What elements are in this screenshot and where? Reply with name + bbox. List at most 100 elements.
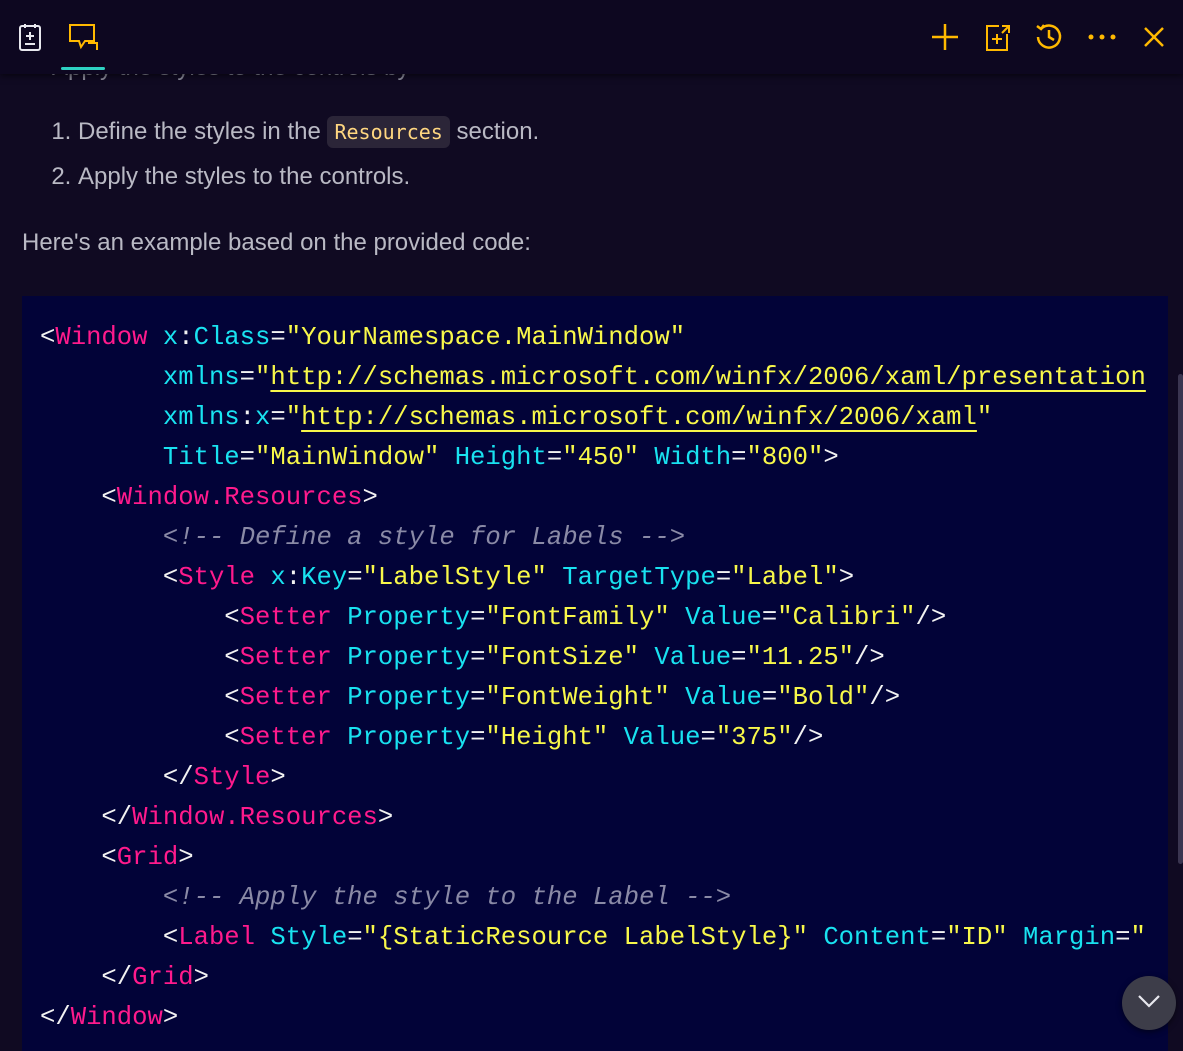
xml-string: " <box>976 403 993 432</box>
xml-string: "Label" <box>731 563 839 592</box>
xml-attribute: Height <box>454 443 547 472</box>
close-icon <box>1143 26 1165 48</box>
close-button[interactable] <box>1135 18 1173 56</box>
xml-punct: < <box>40 643 240 672</box>
intro-text: Here's an example based on the provided … <box>22 229 531 256</box>
xml-punct: = <box>470 643 486 672</box>
xml-punct: = <box>731 643 747 672</box>
clipped-text-line: Apply the styles to the controls by <box>52 74 410 82</box>
xml-attribute: Value <box>685 683 762 712</box>
more-icon <box>1087 33 1117 41</box>
xml-punct: = <box>700 723 716 752</box>
xml-attribute: Content <box>823 923 931 952</box>
xml-punct <box>332 723 347 752</box>
active-tab-indicator <box>61 67 105 70</box>
code-line: </Style> <box>40 758 1168 798</box>
xml-tag: Style <box>193 763 271 792</box>
export-icon <box>982 22 1012 52</box>
xml-string: " <box>1130 923 1146 952</box>
xml-tag: Grid <box>116 843 179 872</box>
xml-string: "Height" <box>485 723 609 752</box>
xml-tag: Window <box>70 1003 163 1032</box>
xml-punct: : <box>239 403 256 432</box>
xml-punct <box>608 723 623 752</box>
inline-code: Resources <box>327 116 450 148</box>
xml-string: "Bold" <box>777 683 870 712</box>
xml-string: "375" <box>715 723 793 752</box>
xml-punct: = <box>731 443 747 472</box>
xml-tag: Window.Resources <box>116 483 363 512</box>
new-chat-button[interactable] <box>926 18 964 56</box>
xml-string: "450" <box>562 443 640 472</box>
xml-punct: = <box>470 683 486 712</box>
xml-string: "Calibri" <box>777 603 916 632</box>
code-block[interactable]: <Window x:Class="YourNamespace.MainWindo… <box>22 296 1168 1051</box>
xml-attribute: Property <box>347 683 471 712</box>
xml-attribute: TargetType <box>562 563 716 592</box>
history-icon <box>1033 21 1065 53</box>
xml-punct: < <box>40 603 240 632</box>
code-line: </Window.Resources> <box>40 798 1168 838</box>
notebook-add-icon <box>17 22 45 52</box>
xml-comment: <!-- Define a style for Labels --> <box>162 523 686 552</box>
xml-punct: = <box>347 563 363 592</box>
xml-punct: </ <box>40 963 133 992</box>
xml-string: "{StaticResource LabelStyle}" <box>362 923 808 952</box>
xml-punct <box>547 563 562 592</box>
code-line: <Window.Resources> <box>40 478 1168 518</box>
xml-punct <box>639 643 654 672</box>
export-button[interactable] <box>978 18 1016 56</box>
xml-attribute: x <box>255 403 271 432</box>
xml-punct: = <box>239 443 256 472</box>
chat-content: Apply the styles to the controls by Defi… <box>0 74 1183 1051</box>
xml-punct: : <box>285 563 302 592</box>
xml-punct: /> <box>869 683 901 712</box>
xml-attribute: Class <box>193 323 271 352</box>
xml-punct <box>40 883 163 912</box>
xml-punct <box>670 603 685 632</box>
notebook-add-button[interactable] <box>12 18 50 56</box>
xml-punct: > <box>823 443 839 472</box>
xml-attribute: Value <box>623 723 701 752</box>
history-button[interactable] <box>1030 18 1068 56</box>
xml-string: "FontWeight" <box>485 683 670 712</box>
plus-icon <box>930 22 960 52</box>
code-line: <Setter Property="FontSize" Value="11.25… <box>40 638 1168 678</box>
xml-punct <box>670 683 685 712</box>
xml-punct <box>808 923 823 952</box>
xml-punct <box>40 523 163 552</box>
xml-string: " <box>285 403 302 432</box>
xml-punct: > <box>178 843 194 872</box>
xml-attribute: x <box>162 323 179 352</box>
xml-punct: > <box>162 1003 179 1032</box>
xml-punct: < <box>40 323 56 352</box>
xml-punct: /> <box>915 603 947 632</box>
xml-punct <box>1008 923 1023 952</box>
xml-punct <box>40 363 163 392</box>
xml-attribute: Property <box>347 723 471 752</box>
steps-list: Define the styles in the Resources secti… <box>22 112 539 202</box>
code-line: Title="MainWindow" Height="450" Width="8… <box>40 438 1168 478</box>
xml-string: "LabelStyle" <box>362 563 547 592</box>
xml-comment: <!-- Apply the style to the Label --> <box>162 883 732 912</box>
xml-attribute: Style <box>270 923 348 952</box>
code-content: <Window x:Class="YourNamespace.MainWindo… <box>22 296 1168 1038</box>
code-line: </Grid> <box>40 958 1168 998</box>
list-item: Apply the styles to the controls. <box>78 157 539 202</box>
xml-punct: </ <box>40 763 194 792</box>
scrollbar[interactable] <box>1178 374 1183 864</box>
xml-tag: Style <box>178 563 256 592</box>
xml-tag: Setter <box>239 643 332 672</box>
scroll-to-bottom-button[interactable] <box>1122 976 1176 1030</box>
xml-punct: = <box>347 923 363 952</box>
xml-punct: = <box>470 603 486 632</box>
xml-attribute: Value <box>685 603 762 632</box>
chat-button[interactable] <box>64 18 102 56</box>
xml-punct: = <box>546 443 563 472</box>
code-line: <Setter Property="FontWeight" Value="Bol… <box>40 678 1168 718</box>
code-line: <!-- Define a style for Labels --> <box>40 518 1168 558</box>
code-line: <Setter Property="FontFamily" Value="Cal… <box>40 598 1168 638</box>
xml-attribute: Property <box>347 603 471 632</box>
xml-tag: Grid <box>132 963 194 992</box>
more-options-button[interactable] <box>1083 18 1121 56</box>
